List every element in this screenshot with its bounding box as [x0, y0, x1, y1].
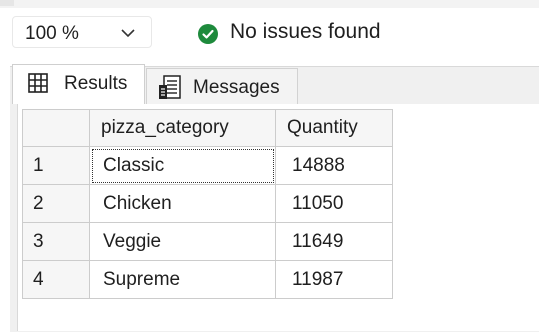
cell-quantity[interactable]: 14888 — [275, 146, 393, 185]
row-number[interactable]: 2 — [22, 184, 90, 223]
tab-messages[interactable]: Messages — [146, 68, 298, 104]
tab-results[interactable]: Results — [12, 64, 145, 104]
cell-pizza-category[interactable]: Classic — [89, 146, 276, 185]
cell-quantity[interactable]: 11649 — [275, 222, 393, 261]
column-header-quantity[interactable]: Quantity — [275, 109, 393, 147]
table-row: 1 Classic 14888 — [22, 146, 393, 185]
results-grid: pizza_category Quantity 1 Classic 14888 … — [22, 109, 393, 299]
column-header-pizza-category[interactable]: pizza_category — [89, 109, 276, 147]
zoom-dropdown[interactable]: 100 % — [12, 16, 152, 48]
top-strip-marker — [0, 0, 14, 6]
tab-messages-label: Messages — [193, 77, 280, 98]
cell-pizza-category[interactable]: Supreme — [89, 260, 276, 299]
table-row: 2 Chicken 11050 — [22, 184, 393, 223]
cell-quantity[interactable]: 11987 — [275, 260, 393, 299]
row-number[interactable]: 1 — [22, 146, 90, 185]
table-row: 3 Veggie 11649 — [22, 222, 393, 261]
check-circle-icon — [198, 24, 218, 44]
status-text: No issues found — [230, 20, 381, 43]
cell-pizza-category[interactable]: Chicken — [89, 184, 276, 223]
messages-icon — [159, 75, 181, 99]
cell-quantity[interactable]: 11050 — [275, 184, 393, 223]
table-row: 4 Supreme 11987 — [22, 260, 393, 299]
row-number[interactable]: 3 — [22, 222, 90, 261]
cell-pizza-category[interactable]: Veggie — [89, 222, 276, 261]
chevron-down-icon — [121, 29, 135, 38]
results-grid-pane: pizza_category Quantity 1 Classic 14888 … — [17, 104, 539, 331]
row-number[interactable]: 4 — [22, 260, 90, 299]
zoom-value: 100 % — [25, 23, 79, 44]
tab-results-label: Results — [64, 73, 128, 94]
top-strip — [0, 0, 539, 8]
corner-cell[interactable] — [22, 109, 90, 147]
grid-icon — [28, 73, 48, 93]
header-row: pizza_category Quantity — [22, 109, 393, 147]
